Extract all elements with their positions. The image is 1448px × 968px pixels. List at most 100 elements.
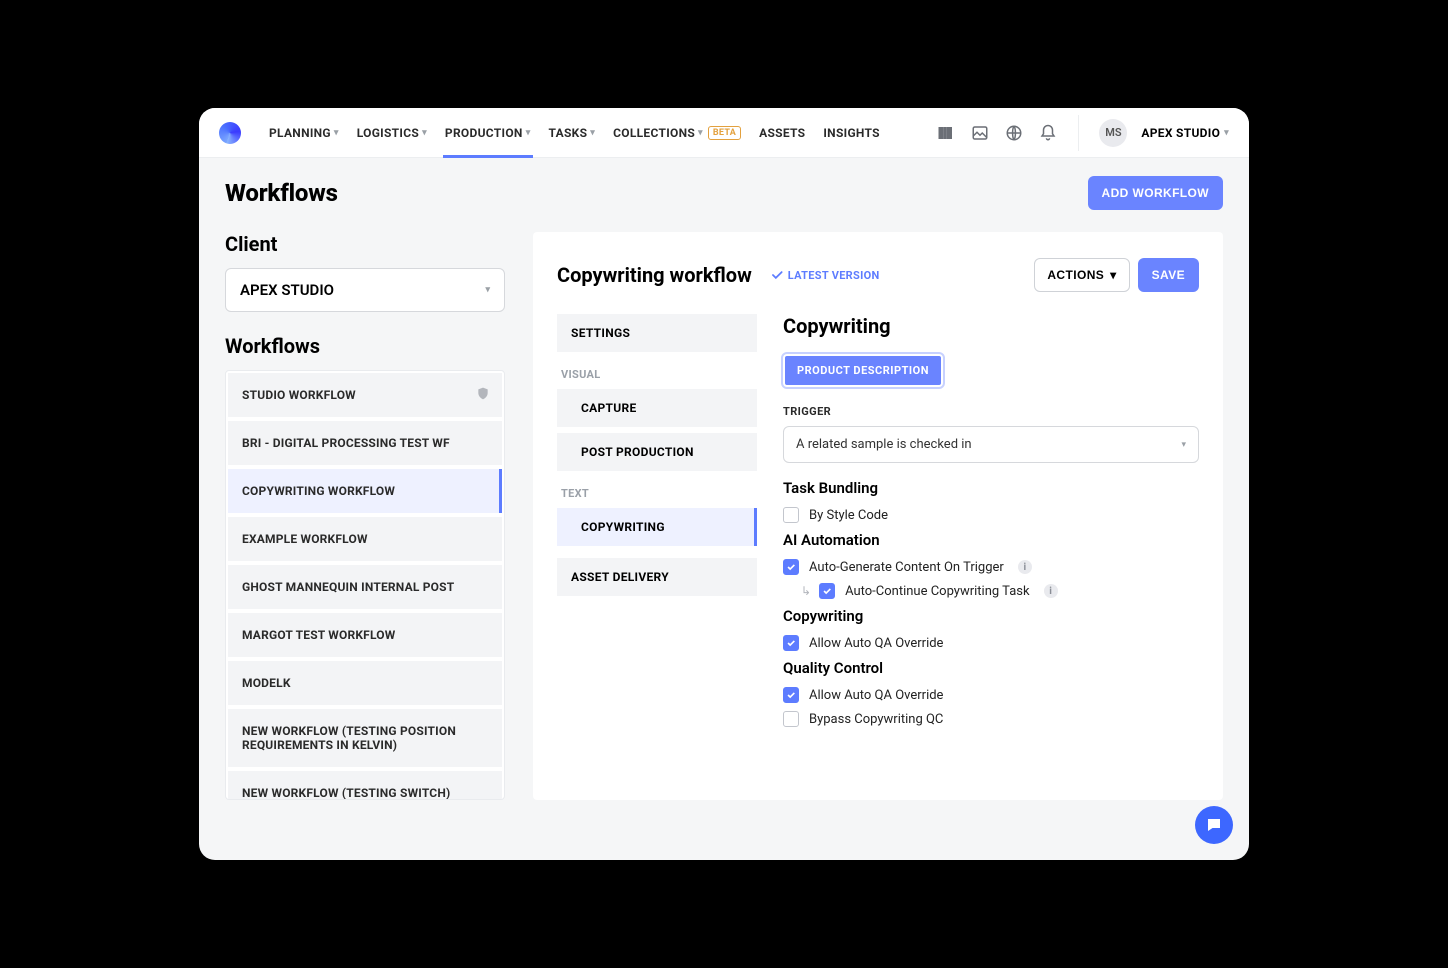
info-icon[interactable]: i (1044, 584, 1058, 598)
nav-label: ASSETS (759, 126, 805, 140)
sub-arrow-icon: ↳ (801, 584, 811, 598)
workflow-label: MARGOT TEST WORKFLOW (242, 628, 395, 642)
nav-label: INSIGHTS (823, 126, 880, 140)
trigger-value: A related sample is checked in (796, 437, 972, 452)
allow-auto-qa-row: Allow Auto QA Override (783, 635, 1199, 651)
org-switcher[interactable]: APEX STUDIO ▾ (1141, 126, 1229, 140)
nav-label: TASKS (549, 126, 588, 140)
allow-auto-qa-qc-row: Allow Auto QA Override (783, 687, 1199, 703)
workflow-item[interactable]: NEW WORKFLOW (TESTING POSITION REQUIREME… (228, 709, 502, 767)
workflow-item[interactable]: NEW WORKFLOW (TESTING SWITCH) (228, 771, 502, 800)
nav-label: PLANNING (269, 126, 331, 140)
nav-assets[interactable]: ASSETS (759, 108, 805, 158)
workflow-item[interactable]: GHOST MANNEQUIN INTERNAL POST (228, 565, 502, 609)
nav-items: PLANNING▾ LOGISTICS▾ PRODUCTION▾ TASKS▾ … (269, 108, 880, 158)
chevron-down-icon: ▾ (334, 128, 339, 138)
allow-auto-qa-qc-label: Allow Auto QA Override (809, 688, 943, 703)
add-workflow-button[interactable]: ADD WORKFLOW (1088, 176, 1223, 210)
workflow-list: STUDIO WORKFLOW BRI - DIGITAL PROCESSING… (225, 370, 505, 800)
content: Client APEX STUDIO ▾ Workflows STUDIO WO… (199, 210, 1249, 822)
nav-planning[interactable]: PLANNING▾ (269, 108, 339, 158)
nav-insights[interactable]: INSIGHTS (823, 108, 880, 158)
nav-label: LOGISTICS (357, 126, 419, 140)
check-icon (770, 268, 784, 282)
check-icon (786, 638, 796, 648)
check-icon (822, 586, 832, 596)
panel-actions: ACTIONS ▾ SAVE (1034, 258, 1199, 292)
auto-generate-checkbox[interactable] (783, 559, 799, 575)
actions-dropdown[interactable]: ACTIONS ▾ (1034, 258, 1129, 292)
nav-logistics[interactable]: LOGISTICS▾ (357, 108, 427, 158)
latest-label: LATEST VERSION (788, 269, 880, 282)
panel-header: Copywriting workflow LATEST VERSION ACTI… (557, 258, 1199, 292)
workflow-item[interactable]: EXAMPLE WORKFLOW (228, 517, 502, 561)
workflow-item[interactable]: MARGOT TEST WORKFLOW (228, 613, 502, 657)
qc-heading: Quality Control (783, 659, 1199, 677)
top-icons: MS APEX STUDIO ▾ (936, 115, 1229, 151)
chevron-down-icon: ▾ (698, 128, 703, 138)
step-asset-delivery[interactable]: ASSET DELIVERY (557, 558, 757, 596)
workflow-label: MODELK (242, 676, 291, 690)
shield-icon (476, 387, 490, 404)
product-description-tab[interactable]: PRODUCT DESCRIPTION (783, 354, 943, 387)
bypass-qc-row: Bypass Copywriting QC (783, 711, 1199, 727)
workflow-label: STUDIO WORKFLOW (242, 388, 356, 402)
globe-icon[interactable] (1004, 123, 1024, 143)
actions-label: ACTIONS (1047, 268, 1104, 282)
step-settings[interactable]: SETTINGS (557, 314, 757, 352)
caret-down-icon: ▾ (1110, 268, 1116, 282)
chevron-down-icon: ▾ (1224, 128, 1229, 138)
nav-collections[interactable]: COLLECTIONS▾BETA (613, 108, 741, 158)
auto-generate-label: Auto-Generate Content On Trigger (809, 560, 1004, 575)
steps-list: SETTINGS VISUAL CAPTURE POST PRODUCTION … (557, 314, 757, 735)
workflow-item[interactable]: BRI - DIGITAL PROCESSING TEST WF (228, 421, 502, 465)
by-style-code-checkbox[interactable] (783, 507, 799, 523)
ai-automation-heading: AI Automation (783, 531, 1199, 549)
auto-continue-checkbox[interactable] (819, 583, 835, 599)
chevron-down-icon: ▾ (422, 128, 427, 138)
org-name: APEX STUDIO (1141, 126, 1220, 140)
barcode-icon[interactable] (936, 123, 956, 143)
workflow-item-selected[interactable]: COPYWRITING WORKFLOW (228, 469, 502, 513)
workflow-item[interactable]: MODELK (228, 661, 502, 705)
bypass-qc-checkbox[interactable] (783, 711, 799, 727)
step-post-production[interactable]: POST PRODUCTION (557, 433, 757, 471)
form: Copywriting PRODUCT DESCRIPTION TRIGGER … (783, 314, 1199, 735)
nav-label: PRODUCTION (445, 126, 523, 140)
help-fab[interactable] (1195, 806, 1233, 844)
divider (1078, 115, 1079, 151)
allow-auto-qa-qc-checkbox[interactable] (783, 687, 799, 703)
image-icon[interactable] (970, 123, 990, 143)
step-group-visual: VISUAL (557, 358, 757, 383)
panel-body: SETTINGS VISUAL CAPTURE POST PRODUCTION … (557, 314, 1199, 735)
bell-icon[interactable] (1038, 123, 1058, 143)
workflow-label: COPYWRITING WORKFLOW (242, 484, 395, 498)
save-button[interactable]: SAVE (1138, 258, 1199, 292)
avatar[interactable]: MS (1099, 119, 1127, 147)
app-window: PLANNING▾ LOGISTICS▾ PRODUCTION▾ TASKS▾ … (199, 108, 1249, 860)
auto-continue-label: Auto-Continue Copywriting Task (845, 584, 1030, 599)
copywriting-heading: Copywriting (783, 607, 1199, 625)
step-group-text: TEXT (557, 477, 757, 502)
nav-label: COLLECTIONS (613, 126, 695, 140)
auto-generate-row: Auto-Generate Content On Trigger i (783, 559, 1199, 575)
workflow-label: NEW WORKFLOW (TESTING POSITION REQUIREME… (242, 724, 456, 752)
top-nav: PLANNING▾ LOGISTICS▾ PRODUCTION▾ TASKS▾ … (199, 108, 1249, 158)
trigger-label: TRIGGER (783, 405, 1199, 418)
form-heading: Copywriting (783, 314, 1199, 338)
nav-production[interactable]: PRODUCTION▾ (445, 108, 531, 158)
trigger-select[interactable]: A related sample is checked in ▾ (783, 426, 1199, 463)
step-copywriting[interactable]: COPYWRITING (557, 508, 757, 546)
workflow-label: GHOST MANNEQUIN INTERNAL POST (242, 580, 454, 594)
auto-continue-row: ↳ Auto-Continue Copywriting Task i (801, 583, 1199, 599)
allow-auto-qa-checkbox[interactable] (783, 635, 799, 651)
sub-header: Workflows ADD WORKFLOW (199, 158, 1249, 210)
logo-icon[interactable] (219, 122, 241, 144)
info-icon[interactable]: i (1018, 560, 1032, 574)
left-column: Client APEX STUDIO ▾ Workflows STUDIO WO… (225, 232, 505, 800)
step-capture[interactable]: CAPTURE (557, 389, 757, 427)
client-select[interactable]: APEX STUDIO ▾ (225, 268, 505, 312)
workflow-item[interactable]: STUDIO WORKFLOW (228, 373, 502, 417)
nav-tasks[interactable]: TASKS▾ (549, 108, 596, 158)
by-style-code-label: By Style Code (809, 508, 888, 523)
